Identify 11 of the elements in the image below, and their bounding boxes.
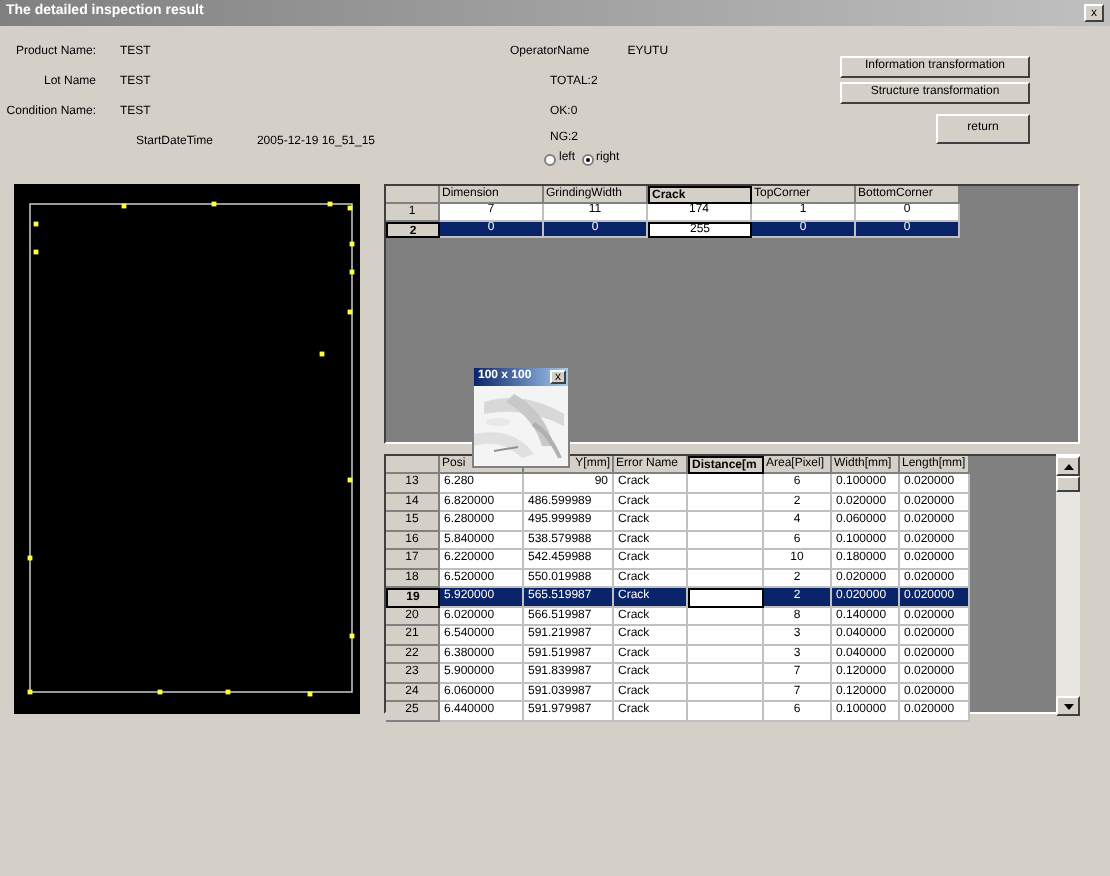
scroll-thumb[interactable] (1056, 476, 1080, 492)
scrollbar[interactable] (1056, 454, 1080, 716)
table-cell (688, 664, 764, 683)
table-cell (688, 512, 764, 531)
table-cell (688, 588, 764, 607)
table-cell (688, 474, 764, 493)
scroll-down-icon (1063, 703, 1073, 709)
table-cell (688, 626, 764, 645)
scroll-up-icon (1063, 463, 1073, 469)
table-cell (688, 550, 764, 569)
table-cell (688, 702, 764, 721)
